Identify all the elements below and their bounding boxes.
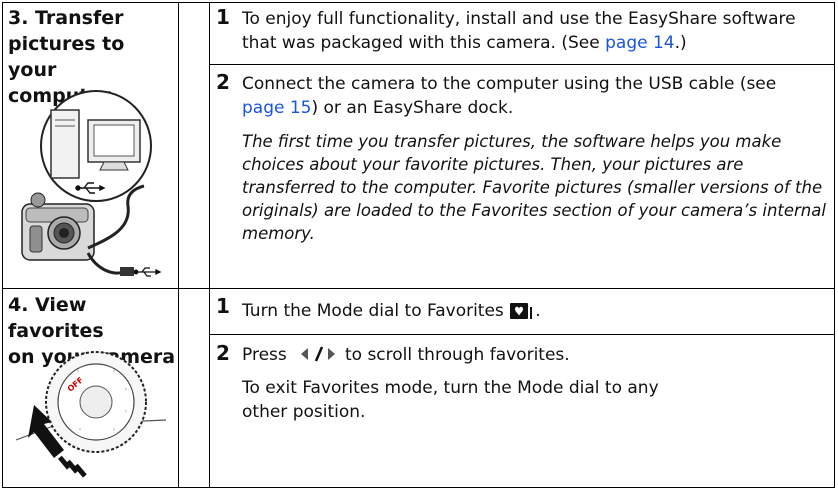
exit-note: To exit Favorites mode, turn the Mode di… xyxy=(242,376,832,424)
step-text-post: to scroll through favorites. xyxy=(344,345,570,365)
step-line: To enjoy full functionality, install and… xyxy=(242,9,796,29)
note-line: originals) are loaded to the Favorites s… xyxy=(242,201,826,220)
right-arrow-icon xyxy=(327,348,335,360)
step-number: 2 xyxy=(216,70,230,94)
column-divider-left xyxy=(178,2,179,488)
step-text: Turn the Mode dial to Favorites . xyxy=(242,296,832,323)
step-text: Press to scroll through favorites. xyxy=(242,343,832,367)
svg-text:◦: ◦ xyxy=(124,408,128,416)
page-15-link[interactable]: page 15 xyxy=(242,98,312,118)
step-divider-4 xyxy=(209,334,835,335)
step-line-pre: that was packaged with this camera. (See xyxy=(242,33,606,53)
step-line: Press to scroll through favorites. xyxy=(242,343,832,367)
transfer-note: The first time you transfer pictures, th… xyxy=(242,130,832,245)
left-right-arrows-icon xyxy=(300,346,335,362)
svg-text:◦: ◦ xyxy=(112,368,116,376)
section3-title-line: pictures to your xyxy=(8,33,125,81)
note-line: memory. xyxy=(242,224,315,243)
left-arrow-icon xyxy=(300,348,308,360)
step-number: 1 xyxy=(216,5,230,29)
svg-text:◦: ◦ xyxy=(124,386,128,394)
note-line: choices about your favorite pictures. Th… xyxy=(242,155,744,174)
svg-text:◦: ◦ xyxy=(76,368,80,376)
camera-drawing xyxy=(21,192,95,261)
row-divider xyxy=(2,288,835,289)
step-text-main: Turn the Mode dial to Favorites xyxy=(242,301,504,321)
step-text: Connect the camera to the computer using… xyxy=(242,72,832,120)
note-line: transferred to the computer. Favorite pi… xyxy=(242,178,823,197)
step-line: page 15) or an EasyShare dock. xyxy=(242,96,832,120)
step-line-post: ) or an EasyShare dock. xyxy=(311,98,514,118)
step-divider-3 xyxy=(209,64,835,65)
mode-dial-illustration: ◦ ◦ ◦◦ ◦◦ OFF xyxy=(16,351,166,478)
page-14-link[interactable]: page 14 xyxy=(605,33,675,53)
svg-text:◦: ◦ xyxy=(78,426,82,434)
section3-title-line: 3. Transfer xyxy=(8,7,124,29)
note-line: To exit Favorites mode, turn the Mode di… xyxy=(242,378,659,398)
section4-title-line: 4. View favorites xyxy=(8,294,104,342)
favorites-icon xyxy=(510,303,533,319)
step-text: To enjoy full functionality, install and… xyxy=(242,7,832,55)
camera-computer-illustration xyxy=(21,90,162,277)
step-line: that was packaged with this camera. (See… xyxy=(242,31,832,55)
note-line: other position. xyxy=(242,402,366,422)
step-number: 1 xyxy=(216,294,230,318)
step-text-post: . xyxy=(535,301,541,321)
column-divider-right xyxy=(209,2,210,488)
step-number: 2 xyxy=(216,341,230,365)
step-text-pre: Press xyxy=(242,345,287,365)
step-line-post: .) xyxy=(674,33,687,53)
step-line: Turn the Mode dial to Favorites . xyxy=(242,296,832,323)
note-line: The first time you transfer pictures, th… xyxy=(242,132,782,151)
step-line: Connect the camera to the computer using… xyxy=(242,74,777,94)
svg-text:◦: ◦ xyxy=(112,426,116,434)
